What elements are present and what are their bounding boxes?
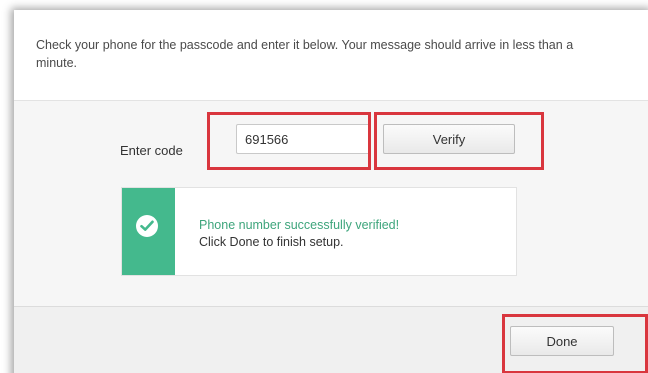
- instructions-section: Check your phone for the passcode and en…: [14, 10, 648, 101]
- instructions-text: Check your phone for the passcode and en…: [36, 38, 574, 70]
- screen: Check your phone for the passcode and en…: [0, 0, 648, 373]
- enter-code-label: Enter code: [120, 143, 183, 158]
- success-title: Phone number successfully verified!: [199, 218, 400, 232]
- check-circle-icon: [136, 215, 158, 237]
- success-subtitle: Click Done to finish setup.: [199, 235, 344, 249]
- done-button[interactable]: Done: [510, 326, 614, 356]
- code-input[interactable]: [236, 124, 370, 154]
- success-accent-bar: [122, 188, 175, 275]
- success-message: Phone number successfully verified! Clic…: [121, 187, 517, 276]
- verify-button[interactable]: Verify: [383, 124, 515, 154]
